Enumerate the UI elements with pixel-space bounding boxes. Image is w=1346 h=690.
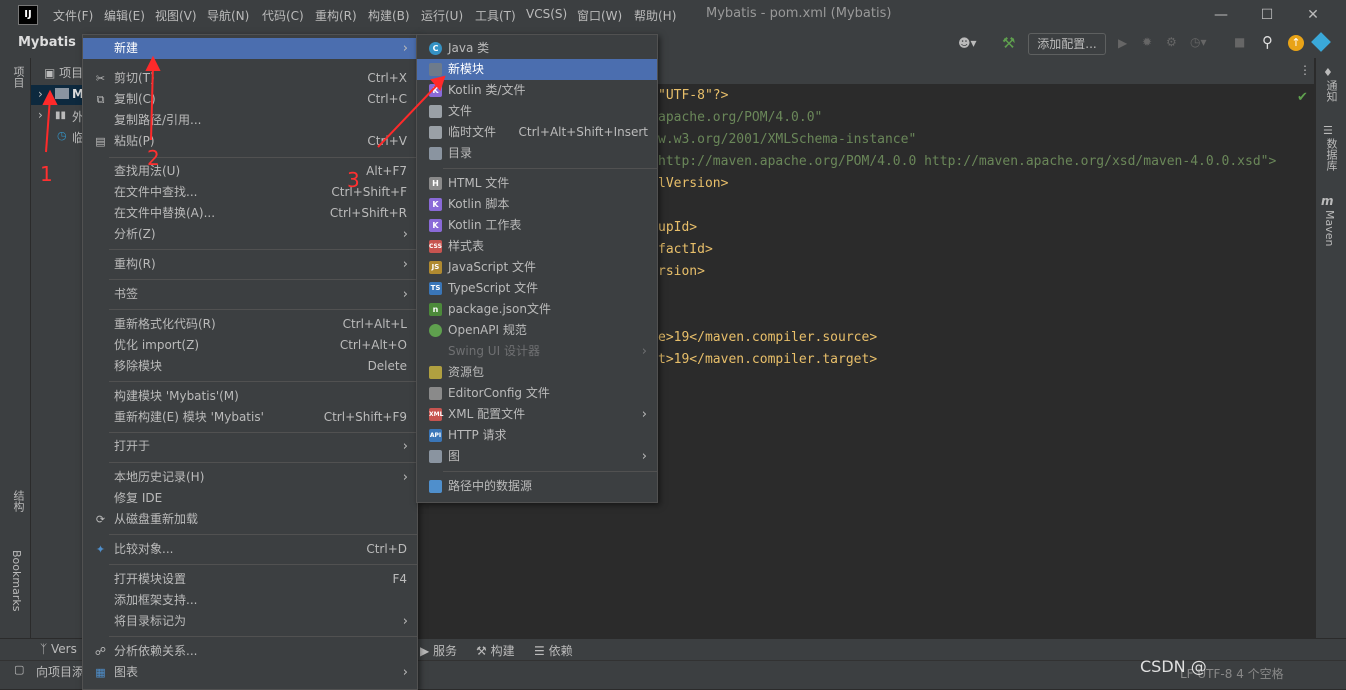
annotation-number-2: 2 [147,146,160,170]
watermark: CSDN @ [1140,657,1207,676]
annotation-arrow-3 [377,81,441,148]
annotation-arrow-1 [45,97,51,153]
annotation-overlay [42,55,446,153]
annotation-arrow-2 [150,63,154,141]
annotation-number-1: 1 [40,162,53,186]
annotation-arrowhead-1 [42,89,58,105]
annotation-number-3: 3 [347,168,360,192]
annotation-arrowhead-2 [145,55,161,71]
